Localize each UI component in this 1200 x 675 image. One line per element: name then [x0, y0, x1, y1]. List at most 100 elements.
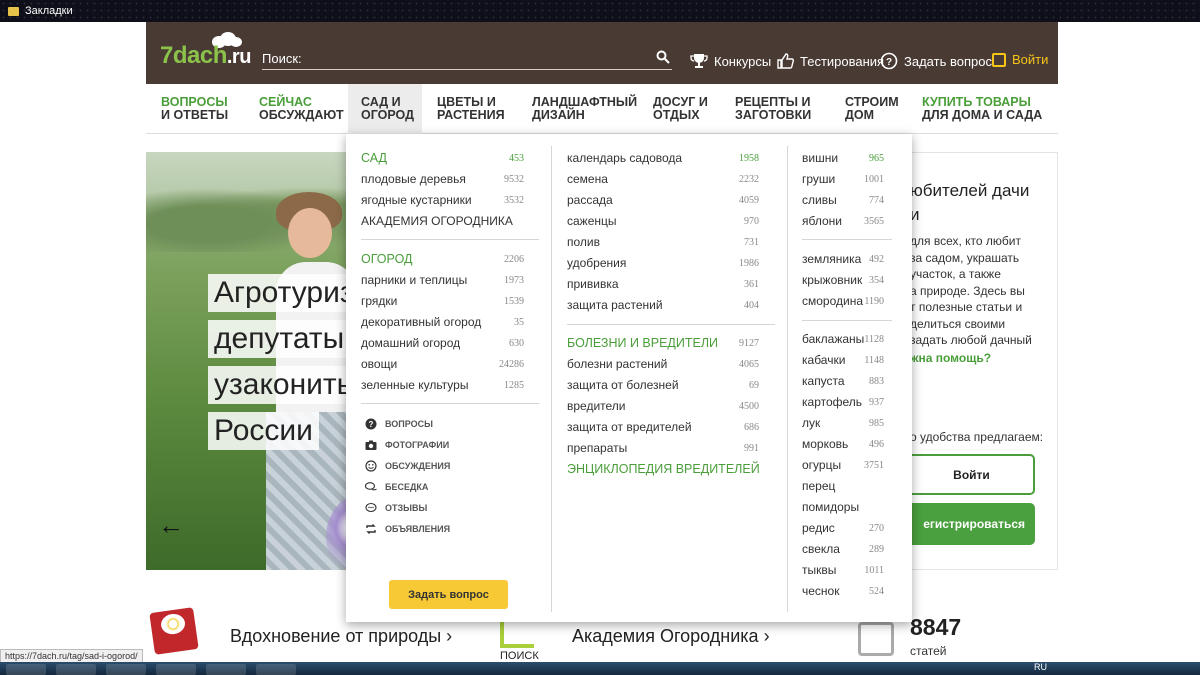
menu-item[interactable]: редис [802, 521, 835, 535]
menu-category-ogorod[interactable]: ОГОРОД [361, 252, 413, 266]
site-logo[interactable]: 7dach.ru [160, 42, 251, 70]
menu-count: 361 [744, 279, 759, 290]
menu-item[interactable]: лук [802, 416, 820, 430]
menu-count: 883 [869, 376, 884, 387]
menu-ask-question-button[interactable]: Задать вопрос [389, 580, 508, 609]
menu-item-academy[interactable]: АКАДЕМИЯ ОГОРОДНИКА [361, 214, 513, 228]
search-bar [262, 48, 672, 70]
search-input[interactable] [262, 48, 642, 68]
taskbar-app[interactable] [256, 664, 296, 675]
nav-build[interactable]: СТРОИМ ДОМ [845, 96, 899, 122]
panel-login-button[interactable]: Войти [910, 454, 1035, 495]
need-help-link[interactable]: жна помощь? [910, 351, 991, 365]
section-link-ads[interactable]: объявления [365, 523, 450, 535]
search-logo-label[interactable]: ПОИСК [500, 650, 539, 662]
taskbar-app[interactable] [156, 664, 196, 675]
menu-item[interactable]: ягодные кустарники [361, 193, 472, 207]
section-link-photos[interactable]: фотографии [365, 439, 449, 451]
nav-garden[interactable]: САД И ОГОРОД [361, 96, 414, 122]
menu-count: 1539 [504, 296, 524, 307]
taskbar-app[interactable] [106, 664, 146, 675]
menu-separator [802, 239, 892, 240]
menu-separator [802, 320, 892, 321]
login-link[interactable]: Войти [992, 52, 1048, 67]
hero-headline-line: России [208, 412, 319, 450]
menu-item[interactable]: грядки [361, 294, 397, 308]
menu-item[interactable]: препараты [567, 441, 627, 455]
menu-item[interactable]: саженцы [567, 214, 617, 228]
menu-item[interactable]: груши [802, 172, 835, 186]
ask-question-link[interactable]: ? Задать вопрос [880, 52, 992, 70]
menu-item[interactable]: прививка [567, 277, 619, 291]
taskbar-app[interactable] [206, 664, 246, 675]
nav-leisure[interactable]: ДОСУГ И ОТДЫХ [653, 96, 708, 122]
menu-count: 354 [869, 275, 884, 286]
section-link-gazebo[interactable]: беседка [365, 481, 428, 493]
menu-item[interactable]: яблони [802, 214, 842, 228]
menu-item[interactable]: кабачки [802, 353, 845, 367]
menu-count: 1128 [864, 334, 884, 345]
welcome-text: для всех, кто любит за садом, украшать у… [910, 234, 1032, 347]
menu-item[interactable]: зеленные культуры [361, 378, 468, 392]
menu-item[interactable]: декоративный огород [361, 315, 481, 329]
menu-item[interactable]: защита растений [567, 298, 663, 312]
menu-item[interactable]: семена [567, 172, 608, 186]
menu-item[interactable]: парники и теплицы [361, 273, 467, 287]
menu-item[interactable]: домашний огород [361, 336, 460, 350]
start-button[interactable] [6, 664, 46, 675]
menu-count: 1001 [864, 174, 884, 185]
menu-item[interactable]: огурцы [802, 458, 841, 472]
nav-shop[interactable]: КУПИТЬ ТОВАРЫ ДЛЯ ДОМА И САДА [922, 96, 1042, 122]
menu-item[interactable]: рассада [567, 193, 613, 207]
section-link-discussions[interactable]: обсуждения [365, 460, 450, 472]
menu-item[interactable]: календарь садовода [567, 151, 682, 165]
taskbar-app[interactable] [56, 664, 96, 675]
carousel-prev-arrow-icon[interactable]: ← [158, 510, 184, 541]
menu-item[interactable]: защита от вредителей [567, 420, 692, 434]
register-button[interactable]: егистрироваться [910, 503, 1035, 545]
menu-item[interactable]: помидоры [802, 500, 859, 514]
garden-mega-menu: САД 453 плодовые деревья 9532 ягодные ку… [346, 134, 912, 622]
contests-link[interactable]: Конкурсы [690, 52, 771, 70]
academy-link[interactable]: Академия Огородника › [572, 626, 770, 647]
question-circle-icon: ? [880, 52, 898, 70]
menu-item[interactable]: вредители [567, 399, 626, 413]
menu-item[interactable]: капуста [802, 374, 845, 388]
menu-item[interactable]: свекла [802, 542, 840, 556]
menu-item[interactable]: сливы [802, 193, 837, 207]
nav-questions[interactable]: ВОПРОСЫ И ОТВЕТЫ [161, 96, 228, 122]
menu-separator [567, 324, 775, 325]
nav-recipes[interactable]: РЕЦЕПТЫ И ЗАГОТОВКИ [735, 96, 811, 122]
menu-item[interactable]: удобрения [567, 256, 626, 270]
menu-item[interactable]: перец [802, 479, 835, 493]
menu-count: 985 [869, 418, 884, 429]
inspiration-link[interactable]: Вдохновение от природы › [230, 626, 452, 647]
menu-item[interactable]: защита от болезней [567, 378, 679, 392]
nav-landscape[interactable]: ЛАНДШАФТНЫЙ ДИЗАЙН [532, 96, 637, 122]
menu-item[interactable]: тыквы [802, 563, 836, 577]
menu-count: 496 [869, 439, 884, 450]
section-link-questions[interactable]: ? вопросы [365, 418, 433, 430]
menu-count: 1986 [739, 258, 759, 269]
search-icon[interactable] [656, 50, 670, 64]
menu-count: 4500 [739, 401, 759, 412]
section-link-reviews[interactable]: отзывы [365, 502, 427, 514]
menu-category-garden[interactable]: САД [361, 151, 387, 165]
nav-discussing-now[interactable]: СЕЙЧАС ОБСУЖДАЮТ [259, 96, 344, 122]
menu-item[interactable]: овощи [361, 357, 397, 371]
hero-image[interactable]: Агротуриз депутаты узаконить России ← [146, 152, 350, 570]
menu-item[interactable]: морковь [802, 437, 848, 451]
nav-flowers[interactable]: ЦВЕТЫ И РАСТЕНИЯ [437, 96, 505, 122]
tests-link[interactable]: Тестирования [776, 52, 884, 70]
menu-category-pests[interactable]: БОЛЕЗНИ И ВРЕДИТЕЛИ [567, 336, 718, 350]
menu-count: 1973 [504, 275, 524, 286]
welcome-title: юбителей дачи и [910, 181, 1030, 224]
menu-count: 965 [869, 153, 884, 164]
menu-item[interactable]: плодовые деревья [361, 172, 466, 186]
menu-item[interactable]: полив [567, 235, 600, 249]
menu-item[interactable]: чеснок [802, 584, 839, 598]
menu-item-pest-encyclopedia[interactable]: ЭНЦИКЛОПЕДИЯ ВРЕДИТЕЛЕЙ [567, 462, 760, 476]
keyboard-language[interactable]: RU [1034, 662, 1047, 672]
menu-item[interactable]: вишни [802, 151, 838, 165]
menu-item[interactable]: болезни растений [567, 357, 667, 371]
